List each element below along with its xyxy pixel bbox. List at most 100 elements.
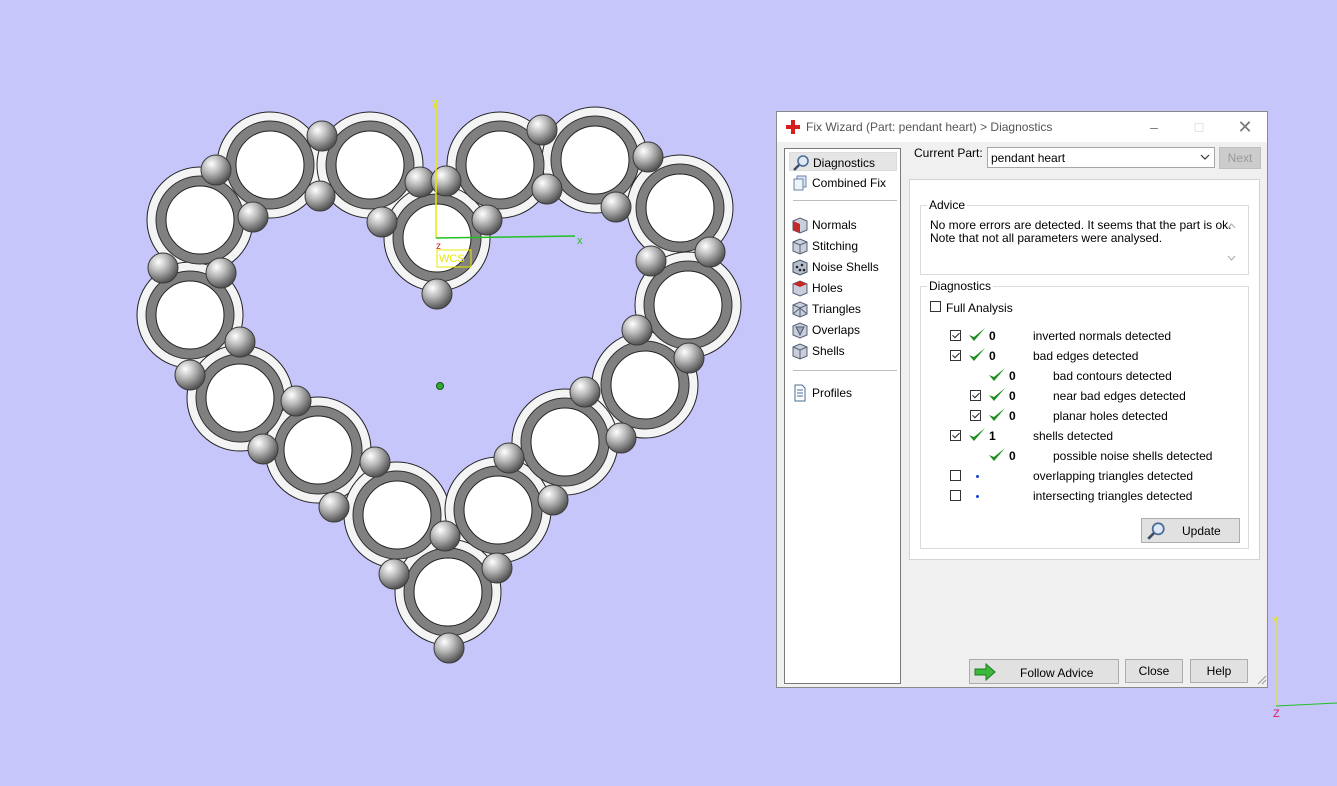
bead	[174, 359, 206, 391]
green-check-icon	[989, 388, 1005, 401]
diagnostic-count: 1	[989, 429, 996, 443]
bead	[471, 204, 503, 236]
ring-hole	[463, 475, 533, 545]
nav-item-triangles[interactable]: Triangles	[789, 299, 897, 318]
ring-hole	[335, 130, 405, 200]
advice-line: Note that not all parameters were analys…	[930, 231, 1163, 245]
diagnostic-checkbox[interactable]	[970, 390, 981, 401]
diagnostic-count: 0	[1009, 389, 1016, 403]
diagnostic-label: possible noise shells detected	[1053, 449, 1213, 463]
nav-label: Triangles	[812, 302, 861, 316]
bead	[493, 442, 525, 474]
green-check-icon	[989, 408, 1005, 421]
wizard-navigation: Diagnostics Combined Fix Normals Stitchi…	[784, 148, 901, 684]
bead	[366, 206, 398, 238]
fix-wizard-window: Fix Wizard (Part: pendant heart) > Diagn…	[776, 111, 1268, 688]
advice-text: No more errors are detected. It seems th…	[930, 219, 1240, 265]
nav-separator	[793, 370, 897, 371]
bead	[237, 201, 269, 233]
layers-icon	[793, 175, 807, 191]
bead	[433, 632, 465, 664]
advice-group: Advice No more errors are detected. It s…	[920, 198, 1249, 275]
update-label: Update	[1182, 524, 1221, 538]
title-bar[interactable]: Fix Wizard (Part: pendant heart) > Diagn…	[777, 112, 1267, 142]
nav-item-stitching[interactable]: Stitching	[789, 236, 897, 255]
bead	[304, 180, 336, 212]
diagnostic-label: bad contours detected	[1053, 369, 1172, 383]
not-analysed-dot	[976, 495, 979, 498]
diagnostic-checkbox[interactable]	[950, 350, 961, 361]
nav-item-normals[interactable]: Normals	[789, 215, 897, 234]
ring-hole	[235, 130, 305, 200]
diagnostic-count: 0	[1009, 449, 1016, 463]
maximize-icon: □	[1194, 119, 1204, 135]
diagnostic-checkbox[interactable]	[950, 330, 961, 341]
diagnostic-checkbox[interactable]	[950, 490, 961, 501]
current-part-dropdown[interactable]: pendant heart	[987, 147, 1215, 168]
nav-item-holes[interactable]: Holes	[789, 278, 897, 297]
nav-item-overlaps[interactable]: Overlaps	[789, 320, 897, 339]
nav-label: Profiles	[812, 386, 853, 400]
full-analysis-label: Full Analysis	[946, 301, 1013, 315]
not-analysed-dot	[976, 475, 979, 478]
minimize-icon[interactable]: –	[1143, 116, 1165, 138]
advice-scrollbar[interactable]	[1223, 218, 1240, 266]
nav-item-shells[interactable]: Shells	[789, 341, 897, 360]
ring-hole	[530, 407, 600, 477]
next-button[interactable]: Next	[1219, 147, 1261, 169]
corner-y-label: Y	[1272, 616, 1279, 627]
magnifier-icon	[1147, 522, 1165, 540]
shells-cube-icon	[792, 343, 808, 360]
diagnostic-count: 0	[989, 349, 996, 363]
y-axis-label: y	[432, 97, 438, 109]
ring-hole	[653, 270, 723, 340]
diagnostic-checkbox[interactable]	[950, 430, 961, 441]
green-check-icon	[989, 448, 1005, 461]
diagnostic-label: shells detected	[1033, 429, 1114, 443]
nav-item-combined-fix[interactable]: Combined Fix	[789, 173, 897, 192]
bead	[537, 484, 569, 516]
nav-separator	[793, 200, 897, 201]
window-title: Fix Wizard (Part: pendant heart) > Diagn…	[806, 120, 1053, 134]
diagnostic-label: intersecting triangles detected	[1033, 489, 1193, 503]
green-arrow-icon	[974, 663, 996, 681]
overlaps-cube-icon	[792, 322, 808, 339]
diagnostic-label: inverted normals detected	[1033, 329, 1172, 343]
bead	[280, 385, 312, 417]
nav-item-diagnostics[interactable]: Diagnostics	[789, 152, 897, 171]
diagnostics-page: Advice No more errors are detected. It s…	[909, 179, 1260, 560]
triangles-cube-icon	[792, 301, 808, 318]
follow-advice-button[interactable]: Follow Advice	[969, 659, 1119, 684]
diagnostic-checkbox[interactable]	[970, 410, 981, 421]
nav-item-noise-shells[interactable]: Noise Shells	[789, 257, 897, 276]
full-analysis-checkbox[interactable]	[930, 301, 941, 312]
help-button[interactable]: Help	[1190, 659, 1248, 683]
diagnostic-checkbox[interactable]	[950, 470, 961, 481]
bead	[404, 166, 436, 198]
update-button[interactable]: Update	[1141, 518, 1240, 543]
close-icon[interactable]: ✕	[1234, 116, 1256, 138]
green-check-icon	[969, 428, 985, 441]
bead	[359, 446, 391, 478]
nav-label: Diagnostics	[813, 156, 876, 170]
stitching-cube-icon	[792, 238, 808, 255]
normals-cube-icon	[792, 217, 808, 234]
bead	[247, 433, 279, 465]
diagnostic-label: bad edges detected	[1033, 349, 1139, 363]
ring-hole	[610, 350, 680, 420]
close-button[interactable]: Close	[1125, 659, 1183, 683]
bead	[205, 257, 237, 289]
current-part-value: pendant heart	[991, 151, 1066, 165]
green-check-icon	[969, 348, 985, 361]
bead	[621, 314, 653, 346]
ring-hole	[560, 125, 630, 195]
nav-item-profiles[interactable]: Profiles	[789, 383, 897, 402]
ring-hole	[165, 185, 235, 255]
bead	[531, 173, 563, 205]
bead	[200, 154, 232, 186]
diagnostic-label: near bad edges detected	[1053, 389, 1186, 403]
red-cross-icon	[786, 120, 800, 134]
diagnostic-label: overlapping triangles detected	[1033, 469, 1194, 483]
bead	[318, 491, 350, 523]
resize-grip-icon[interactable]	[1257, 675, 1267, 685]
